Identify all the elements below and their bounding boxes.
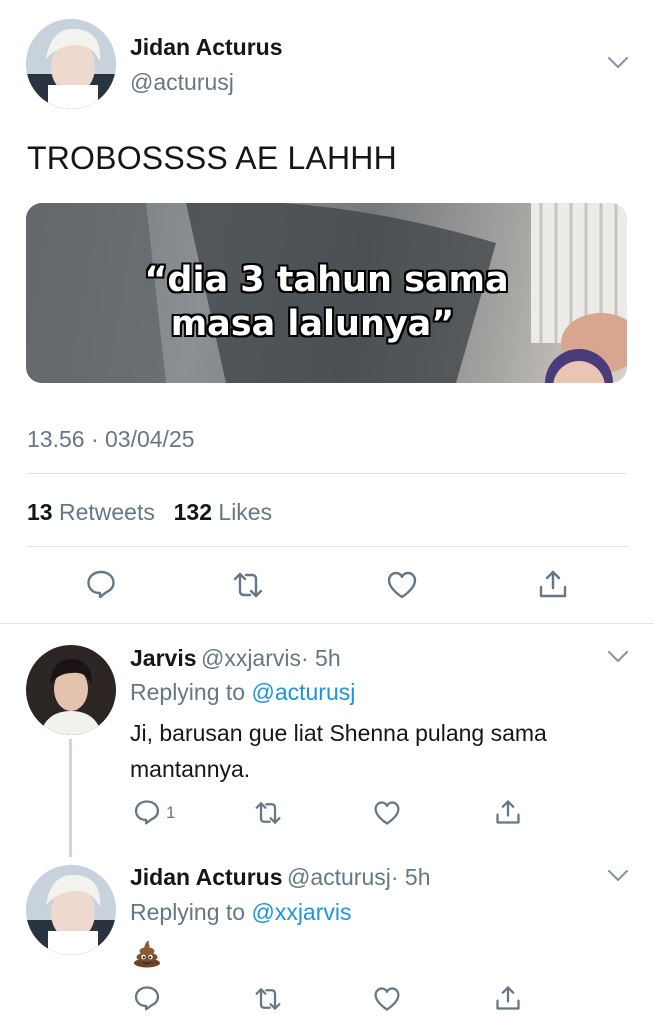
reply-author-name[interactable]: Jidan Acturus <box>130 864 283 890</box>
share-icon[interactable] <box>537 568 569 600</box>
retweet-icon[interactable] <box>232 569 264 601</box>
pile-of-poo-emoji <box>132 938 162 968</box>
reply-time[interactable]: · 5h <box>301 645 341 671</box>
divider <box>26 546 627 547</box>
heart-icon[interactable] <box>373 799 401 827</box>
heart-icon[interactable] <box>386 569 418 601</box>
retweet-icon[interactable] <box>254 799 282 827</box>
reply-author-handle[interactable]: @xxjarvis <box>201 645 301 671</box>
chevron-down-icon[interactable] <box>607 56 629 70</box>
media-caption-line-1: “dia 3 tahun sama <box>144 260 509 300</box>
author-name[interactable]: Jidan Acturus <box>130 34 283 61</box>
retweets-label: Retweets <box>58 499 155 525</box>
reply-icon[interactable] <box>133 798 161 826</box>
chevron-down-icon[interactable] <box>607 869 629 883</box>
avatar[interactable] <box>26 645 116 735</box>
replying-to: Replying to @acturusj <box>130 679 355 706</box>
reply-header: Jarvis @xxjarvis· 5h <box>130 645 341 672</box>
avatar[interactable] <box>26 865 116 955</box>
replying-to-prefix: Replying to <box>130 679 246 705</box>
reply-text-line-2: mantannya. <box>130 756 251 782</box>
tweet-media[interactable]: “dia 3 tahun sama masa lalunya” <box>26 203 627 383</box>
replying-to-link[interactable]: @acturusj <box>251 679 355 705</box>
chevron-down-icon[interactable] <box>607 650 629 664</box>
retweet-icon[interactable] <box>254 985 282 1013</box>
avatar[interactable] <box>26 19 116 109</box>
tweet-timestamp[interactable]: 13.56 · 03/04/25 <box>27 426 195 453</box>
share-icon[interactable] <box>494 798 522 826</box>
reply-author-name[interactable]: Jarvis <box>130 645 197 671</box>
share-icon[interactable] <box>494 984 522 1012</box>
replying-to-link[interactable]: @xxjarvis <box>251 899 351 925</box>
divider <box>0 623 654 624</box>
author-handle[interactable]: @acturusj <box>130 69 234 96</box>
reply-header: Jidan Acturus @acturusj· 5h <box>130 864 431 891</box>
reply-icon[interactable] <box>85 568 117 600</box>
reply-author-handle[interactable]: @acturusj <box>287 864 391 890</box>
likes-stat[interactable]: 132 Likes <box>174 499 272 525</box>
media-caption-line-2: masa lalunya” <box>170 304 455 344</box>
replying-to: Replying to @xxjarvis <box>130 899 352 926</box>
thread-connector-line <box>69 739 72 857</box>
reply-text: Ji, barusan gue liat Shenna pulang sama … <box>130 715 630 787</box>
likes-label: Likes <box>218 499 273 525</box>
reply-icon[interactable] <box>133 984 161 1012</box>
reply-time[interactable]: · 5h <box>391 864 431 890</box>
retweets-count: 13 <box>27 499 53 525</box>
replying-to-prefix: Replying to <box>130 899 246 925</box>
reply-count: 1 <box>166 803 176 822</box>
heart-icon[interactable] <box>373 985 401 1013</box>
reply-text-line-1: Ji, barusan gue liat Shenna pulang sama <box>130 720 547 746</box>
tweet-text: TROBOSSSS AE LAHHH <box>27 140 397 176</box>
retweets-stat[interactable]: 13 Retweets <box>27 499 155 525</box>
tweet-stats: 13 Retweets 132 Likes <box>27 499 272 526</box>
likes-count: 132 <box>173 499 213 525</box>
divider <box>26 473 627 474</box>
